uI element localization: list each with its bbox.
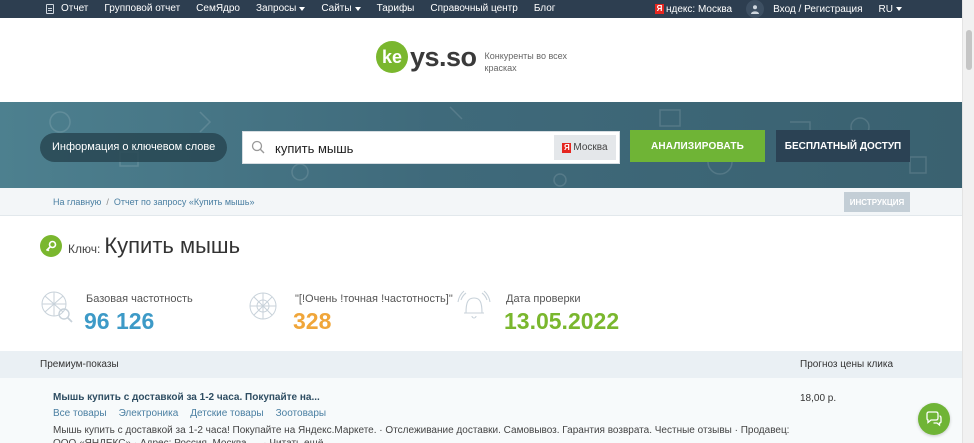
title-prefix: Ключ: bbox=[68, 241, 101, 256]
logo-block: ke ys.so Конкуренты во всех красках bbox=[376, 41, 575, 74]
search-input[interactable] bbox=[275, 138, 515, 158]
breadcrumb-separator: / bbox=[106, 197, 109, 207]
login-link[interactable]: Вход / Регистрация bbox=[773, 4, 862, 15]
top-nav: Отчет Групповой отчет СемЯдро Запросы Са… bbox=[46, 3, 571, 14]
free-access-button[interactable]: БЕСПЛАТНЫЙ ДОСТУП bbox=[776, 130, 910, 162]
region-label: ндекс: Москва bbox=[666, 3, 733, 15]
key-icon bbox=[40, 235, 62, 257]
page-title: Ключ: Купить мышь bbox=[40, 233, 240, 259]
nav-report-label: Отчет bbox=[61, 3, 89, 14]
nav-group-report[interactable]: Групповой отчет bbox=[104, 3, 180, 14]
nav-semyadro[interactable]: СемЯдро bbox=[196, 3, 240, 14]
language-label: RU bbox=[878, 3, 893, 15]
scrollbar-thumb[interactable] bbox=[966, 30, 972, 70]
logo-text: ys.so bbox=[410, 42, 477, 72]
yandex-icon: Я bbox=[655, 4, 665, 14]
nav-help-center-label: Справочный центр bbox=[430, 3, 518, 14]
ad-description: Мышь купить с доставкой за 1-2 часа! Пок… bbox=[53, 425, 790, 443]
stat-exact-label: "[!Очень !точная !частотность]" bbox=[295, 293, 453, 305]
nav-tariffs[interactable]: Тарифы bbox=[377, 3, 415, 14]
breadcrumb-path: На главную / Отчет по запросу «Купить мы… bbox=[53, 197, 254, 207]
ad-sitelinks: Все товары Электроника Детские товары Зо… bbox=[53, 408, 338, 419]
user-icon[interactable] bbox=[746, 0, 765, 18]
stat-base-label: Базовая частотность bbox=[86, 293, 193, 305]
nav-sites[interactable]: Сайты bbox=[321, 3, 361, 14]
breadcrumb: На главную / Отчет по запросу «Купить мы… bbox=[0, 188, 962, 216]
ads-table-header: Премиум-показы Прогноз цены клика bbox=[0, 351, 962, 378]
nav-queries-label: Запросы bbox=[256, 3, 297, 14]
region-selector[interactable]: Я ндекс: Москва bbox=[655, 4, 732, 15]
top-navbar: Отчет Групповой отчет СемЯдро Запросы Са… bbox=[0, 0, 974, 18]
stat-exact-value: 328 bbox=[293, 308, 332, 334]
bell-icon bbox=[457, 290, 491, 319]
stat-base-value: 96 126 bbox=[84, 308, 155, 334]
nav-sites-label: Сайты bbox=[321, 3, 352, 14]
chat-button[interactable] bbox=[918, 403, 950, 435]
chevron-down-icon bbox=[299, 6, 306, 11]
nav-tariffs-label: Тарифы bbox=[376, 3, 415, 14]
top-right: Я ндекс: Москва Вход / Регистрация RU bbox=[655, 0, 902, 18]
ad-sitelink[interactable]: Все товары bbox=[53, 408, 107, 419]
keys-so-logo[interactable]: ke ys.so bbox=[376, 41, 477, 73]
web-icon bbox=[249, 292, 277, 320]
web-search-icon bbox=[41, 291, 73, 323]
nav-blog[interactable]: Блог bbox=[534, 3, 556, 14]
chevron-down-icon bbox=[896, 7, 902, 11]
logo-mark-text: ke bbox=[381, 46, 403, 67]
ad-title-link[interactable]: Мышь купить с доставкой за 1-2 часа. Пок… bbox=[53, 392, 320, 403]
nav-blog-label: Блог bbox=[533, 3, 556, 14]
ad-sitelink[interactable]: Детские товары bbox=[190, 408, 263, 419]
page-scrollbar[interactable] bbox=[962, 0, 974, 443]
chat-icon bbox=[926, 411, 942, 427]
instruction-button[interactable]: ИНСТРУКЦИЯ bbox=[844, 192, 910, 212]
title-keyword: Купить мышь bbox=[104, 233, 241, 258]
search-icon bbox=[251, 140, 265, 154]
keyword-info-label: Информация о ключевом слове bbox=[40, 133, 228, 162]
nav-report[interactable]: Отчет bbox=[61, 3, 88, 14]
nav-help-center[interactable]: Справочный центр bbox=[430, 3, 517, 14]
yandex-icon: Я bbox=[562, 142, 572, 153]
stat-date-value: 13.05.2022 bbox=[504, 308, 620, 334]
ad-click-price: 18,00 р. bbox=[800, 393, 837, 404]
ad-sitelink[interactable]: Зоотовары bbox=[276, 408, 326, 419]
table-row: Мышь купить с доставкой за 1-2 часа. Пок… bbox=[0, 378, 962, 443]
logo-slogan: Конкуренты во всех красках bbox=[484, 51, 567, 73]
language-selector[interactable]: RU bbox=[879, 4, 902, 15]
breadcrumb-current[interactable]: Отчет по запросу «Купить мышь» bbox=[114, 197, 255, 207]
stat-date-label: Дата проверки bbox=[506, 293, 581, 305]
ad-sitelink[interactable]: Электроника bbox=[119, 408, 179, 419]
document-icon bbox=[46, 3, 54, 14]
breadcrumb-home[interactable]: На главную bbox=[53, 197, 101, 207]
search-region-label: Москва bbox=[573, 142, 608, 153]
column-premium-ads: Премиум-показы bbox=[40, 359, 119, 370]
nav-group-report-label: Групповой отчет bbox=[104, 3, 181, 14]
chevron-down-icon bbox=[354, 6, 361, 11]
column-click-price: Прогноз цены клика bbox=[800, 359, 894, 370]
logo-mark: ke bbox=[376, 41, 408, 73]
analyze-button[interactable]: АНАЛИЗИРОВАТЬ bbox=[630, 130, 765, 162]
search-box: Я Москва bbox=[242, 131, 620, 164]
search-region-chip[interactable]: Я Москва bbox=[554, 135, 616, 160]
nav-semyadro-label: СемЯдро bbox=[196, 3, 240, 14]
nav-queries[interactable]: Запросы bbox=[256, 3, 306, 14]
